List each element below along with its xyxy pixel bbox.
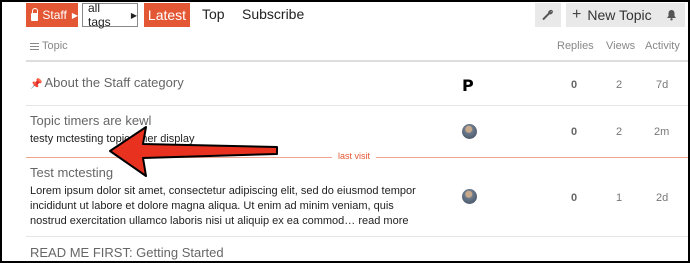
avatar[interactable] [462, 124, 477, 139]
last-visit-label: last visit [332, 151, 377, 161]
avatar[interactable]: P [462, 76, 478, 95]
activity-time[interactable]: 2m [654, 126, 669, 138]
topic-list-screenshot: Staff ▶ all tags ▶ Latest Top Subscribe … [0, 0, 690, 263]
column-header-activity[interactable]: Activity [645, 40, 680, 52]
pin-icon: 📌 [30, 79, 43, 90]
new-topic-label: New Topic [587, 7, 652, 23]
avatar[interactable] [462, 189, 477, 204]
views-count: 1 [615, 192, 623, 204]
tab-latest[interactable]: Latest [144, 3, 190, 27]
topic-title-text: About the Staff category [44, 75, 184, 90]
tab-subscribe[interactable]: Subscribe [242, 6, 304, 22]
category-dropdown[interactable]: Staff ▶ [26, 3, 78, 27]
replies-count: 0 [570, 192, 578, 204]
replies-count: 0 [570, 126, 578, 138]
topic-row-title[interactable]: Test mctesting [30, 165, 113, 180]
navigation-bar: Staff ▶ all tags ▶ Latest Top Subscribe … [2, 2, 688, 30]
views-count: 2 [615, 79, 623, 91]
bell-icon [666, 10, 676, 21]
tab-top[interactable]: Top [202, 6, 225, 22]
activity-time[interactable]: 7d [656, 79, 668, 91]
header-divider [26, 60, 688, 62]
plus-icon: + [572, 6, 582, 23]
column-header-replies[interactable]: Replies [557, 40, 594, 52]
category-label: Staff [42, 8, 67, 22]
views-count: 2 [615, 126, 623, 138]
notification-button[interactable] [657, 3, 685, 27]
column-header-topic[interactable]: Topic [30, 40, 68, 52]
column-header-topic-label: Topic [42, 40, 68, 52]
row-divider [26, 236, 688, 237]
row-divider [26, 105, 688, 106]
column-header-views[interactable]: Views [606, 40, 635, 52]
topic-excerpt: Lorem ipsum dolor sit amet, consectetur … [30, 184, 430, 229]
wrench-button[interactable] [535, 3, 561, 27]
caret-right-icon: ▶ [71, 10, 78, 20]
list-icon [30, 41, 39, 52]
lock-icon [31, 7, 39, 21]
red-arrow-annotation [109, 126, 278, 177]
topic-row-title[interactable]: 📌 About the Staff category [30, 75, 184, 90]
activity-time[interactable]: 2d [656, 192, 668, 204]
replies-count: 0 [570, 79, 578, 91]
topic-row-title[interactable]: READ ME FIRST: Getting Started [30, 245, 224, 260]
wrench-icon [542, 9, 553, 20]
caret-right-icon: ▶ [130, 10, 137, 20]
read-more-link[interactable]: read more [358, 215, 408, 227]
tags-dropdown[interactable]: all tags ▶ [82, 1, 138, 29]
tags-label: all tags [88, 1, 111, 29]
